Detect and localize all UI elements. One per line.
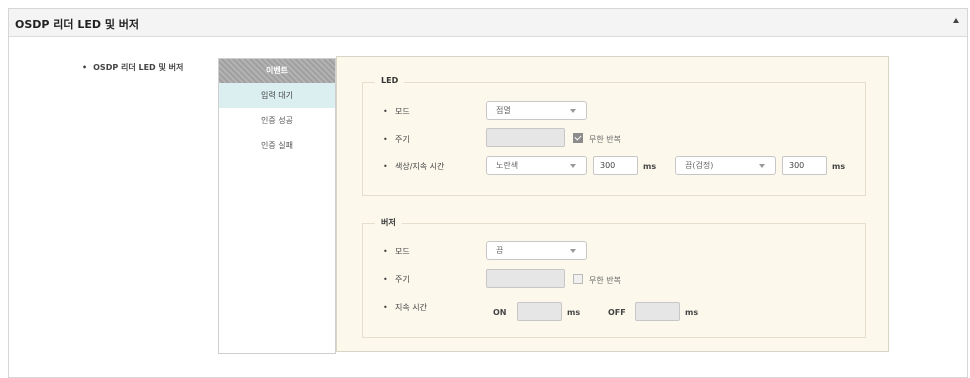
led-duration2-unit: ms (832, 162, 846, 171)
config-area: LED • 모드 점멸 • 주기 무한 반복 • 색상/지속 시간 노란색 300 m… (336, 56, 889, 352)
event-item-auth-success[interactable]: 인증 성공 (219, 108, 335, 133)
chevron-down-icon (759, 164, 765, 168)
buzzer-off-label: OFF (608, 308, 626, 317)
buzzer-fieldset: 버저 • 모드 끔 • 주기 무한 반복 • 지속 시간 ON ms OFF ms (362, 217, 866, 338)
led-legend: LED (375, 76, 405, 85)
led-duration2-input[interactable]: 300 (782, 156, 827, 175)
event-item-auth-fail[interactable]: 인증 실패 (219, 133, 335, 158)
led-color2-select[interactable]: 끔(검정) (675, 156, 776, 175)
led-color-label: • 색상/지속 시간 (383, 162, 445, 171)
led-mode-select[interactable]: 점멸 (486, 101, 587, 120)
buzzer-period-label: • 주기 (383, 275, 410, 284)
buzzer-on-input[interactable] (517, 302, 562, 321)
panel-header[interactable]: OSDP 리더 LED 및 버저 (9, 9, 967, 37)
buzzer-mode-label: • 모드 (383, 247, 410, 256)
event-item-standby[interactable]: 입력 대기 (219, 83, 335, 108)
event-list: 이벤트 입력 대기 인증 성공 인증 실패 (218, 58, 336, 354)
buzzer-duration-label: • 지속 시간 (383, 303, 427, 312)
chevron-down-icon (570, 109, 576, 113)
led-repeat-checkbox[interactable] (573, 133, 583, 143)
bullet-icon: • (82, 63, 88, 72)
led-color1-select[interactable]: 노란색 (486, 156, 587, 175)
buzzer-off-unit: ms (685, 308, 699, 317)
triangle-up-icon[interactable] (953, 18, 959, 23)
section-label: • OSDP 리더 LED 및 버저 (82, 62, 183, 73)
buzzer-period-input[interactable] (486, 269, 565, 288)
led-period-input[interactable] (486, 128, 565, 147)
check-icon (574, 133, 582, 141)
led-duration1-unit: ms (643, 162, 657, 171)
event-list-header: 이벤트 (219, 59, 335, 83)
buzzer-repeat-label: 무한 반복 (589, 276, 621, 285)
led-mode-label: • 모드 (383, 107, 410, 116)
led-repeat-label: 무한 반복 (589, 135, 621, 144)
buzzer-legend: 버저 (375, 217, 402, 228)
buzzer-off-input[interactable] (635, 302, 680, 321)
panel-title: OSDP 리더 LED 및 버저 (15, 18, 140, 31)
led-period-label: • 주기 (383, 135, 410, 144)
section-label-text: OSDP 리더 LED 및 버저 (93, 63, 184, 72)
chevron-down-icon (570, 249, 576, 253)
buzzer-repeat-checkbox[interactable] (573, 274, 583, 284)
buzzer-mode-select[interactable]: 끔 (486, 241, 587, 260)
chevron-down-icon (570, 164, 576, 168)
buzzer-on-label: ON (493, 308, 507, 317)
buzzer-on-unit: ms (567, 308, 581, 317)
led-duration1-input[interactable]: 300 (593, 156, 638, 175)
led-fieldset: LED • 모드 점멸 • 주기 무한 반복 • 색상/지속 시간 노란색 300 m… (362, 76, 866, 196)
